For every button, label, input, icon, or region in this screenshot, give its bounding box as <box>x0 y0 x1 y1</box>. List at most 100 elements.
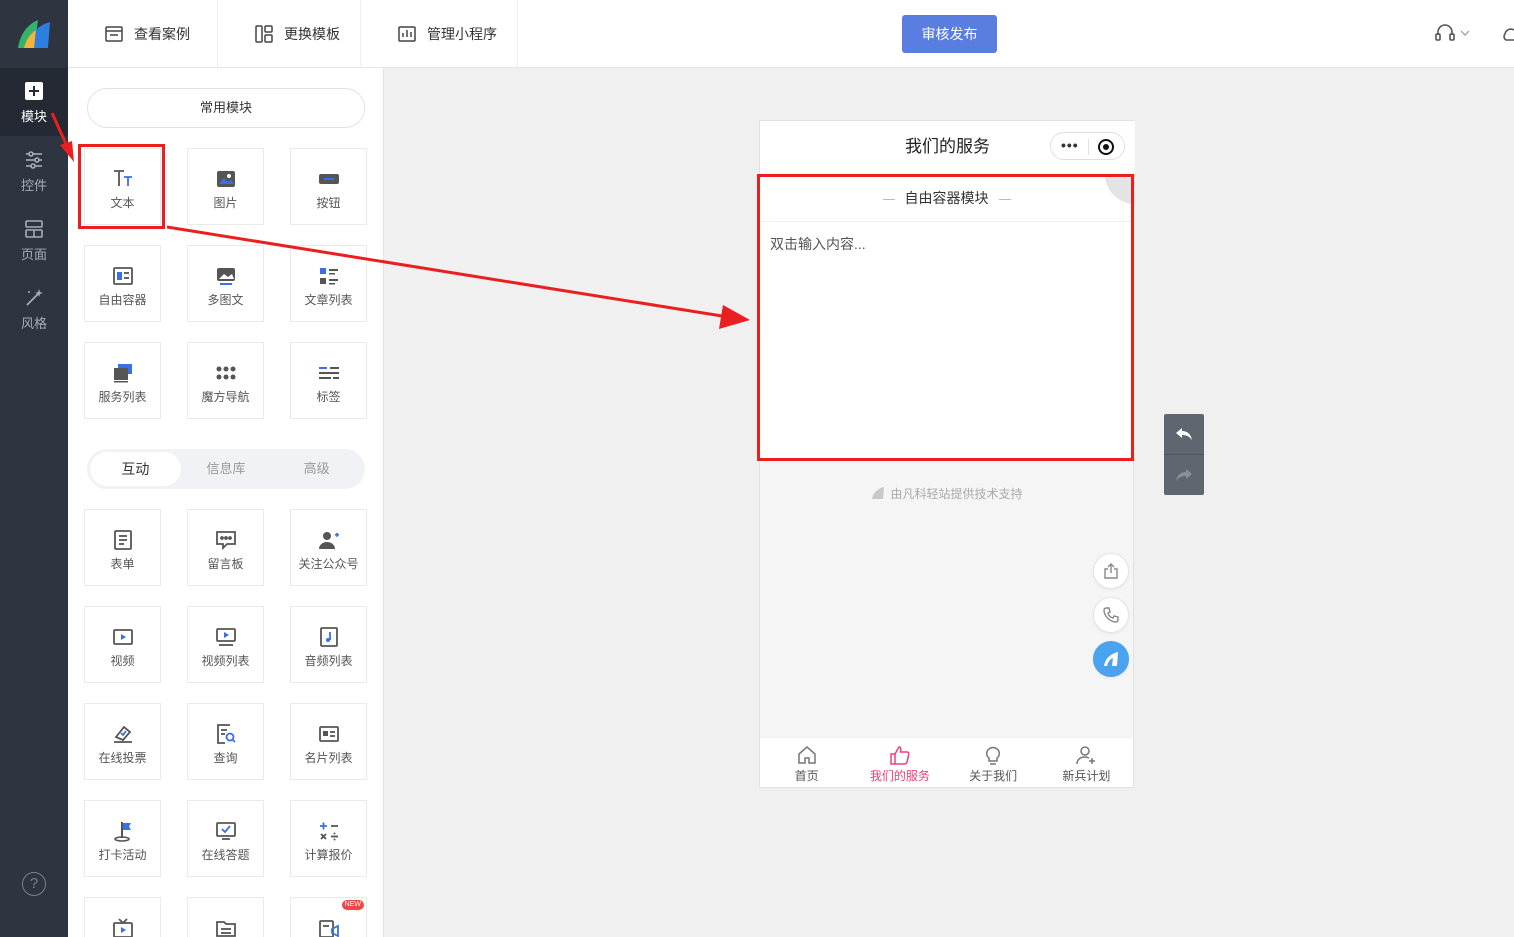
tab-interactive[interactable]: 互动 <box>90 452 181 486</box>
module-cube-nav[interactable]: 魔方导航 <box>187 342 264 419</box>
template-icon <box>255 25 273 43</box>
form-icon <box>113 530 132 550</box>
module-label: 在线答题 <box>201 848 250 862</box>
redo-button[interactable] <box>1164 455 1204 495</box>
module-label: 关注公众号 <box>298 557 359 571</box>
lightbulb-icon <box>986 746 1001 765</box>
view-cases-button[interactable]: 查看案例 <box>68 0 218 68</box>
module-label: 多图文 <box>207 293 244 307</box>
share-button[interactable] <box>1093 553 1129 589</box>
module-tags[interactable]: 标签 <box>290 342 367 419</box>
module-new-feature[interactable]: NEW <box>290 897 367 937</box>
module-card-list[interactable]: 名片列表 <box>290 703 367 780</box>
module-file-list[interactable] <box>187 897 264 937</box>
module-label: 自由容器 <box>98 293 147 307</box>
service-list-icon <box>113 364 132 383</box>
id-card-icon <box>318 726 339 742</box>
redo-icon <box>1176 469 1192 481</box>
module-live-tv[interactable] <box>84 897 161 937</box>
brand-logo-icon <box>1104 652 1118 666</box>
thumbs-up-icon <box>890 746 910 765</box>
phone-tab-bar: 首页 我们的服务 关于我们 新兵计划 <box>760 737 1133 787</box>
button-icon <box>318 174 339 184</box>
module-label: 图片 <box>213 196 238 210</box>
miniprogram-capsule[interactable]: ••• <box>1050 132 1125 160</box>
cloud-icon[interactable] <box>1502 22 1514 44</box>
rail-item-modules[interactable]: 模块 <box>0 68 68 136</box>
top-toolbar: 查看案例 更换模板 管理小程序 审核发布 <box>68 0 1514 68</box>
module-button[interactable]: 按钮 <box>290 148 367 225</box>
image-icon <box>216 171 235 187</box>
headset-icon[interactable] <box>1434 22 1456 44</box>
module-label: 计算报价 <box>304 848 353 862</box>
module-image[interactable]: 图片 <box>187 148 264 225</box>
phone-tab-about[interactable]: 关于我们 <box>947 738 1040 787</box>
module-label: 视频 <box>110 654 135 668</box>
phone-tab-label: 首页 <box>794 769 819 783</box>
magic-wand-icon <box>26 289 43 306</box>
rail-item-pages[interactable]: 页面 <box>0 206 68 274</box>
search-doc-icon <box>216 724 236 744</box>
module-form[interactable]: 表单 <box>84 509 161 586</box>
phone-tab-services[interactable]: 我们的服务 <box>853 738 946 787</box>
tab-info-library[interactable]: 信息库 <box>181 452 272 486</box>
module-audio-list[interactable]: 音频列表 <box>290 606 367 683</box>
module-label: 标签 <box>316 390 341 404</box>
change-template-button[interactable]: 更换模板 <box>218 0 361 68</box>
music-icon <box>319 627 338 647</box>
tags-icon <box>318 367 339 379</box>
phone-tab-home[interactable]: 首页 <box>760 738 853 787</box>
calculator-icon <box>319 822 338 841</box>
common-modules-header[interactable]: 常用模块 <box>87 88 365 128</box>
doc-video-icon <box>318 920 339 937</box>
module-video-list[interactable]: 视频列表 <box>187 606 264 683</box>
rail-item-label: 页面 <box>20 247 47 262</box>
manage-miniprogram-button[interactable]: 管理小程序 <box>361 0 518 68</box>
user-plus-icon <box>1076 746 1096 765</box>
undo-redo-bar <box>1164 414 1204 495</box>
module-article-list[interactable]: 文章列表 <box>290 245 367 322</box>
phone-tab-recruit[interactable]: 新兵计划 <box>1040 738 1133 787</box>
annotation-box-container <box>757 174 1134 461</box>
module-label: 服务列表 <box>98 390 147 404</box>
module-check-in[interactable]: 打卡活动 <box>84 800 161 877</box>
close-target-icon[interactable] <box>1098 139 1114 155</box>
module-service-list[interactable]: 服务列表 <box>84 342 161 419</box>
view-cases-label: 查看案例 <box>134 26 190 42</box>
tech-support-footer: 由凡科轻站提供技术支持 <box>760 485 1133 502</box>
left-rail: 模块 控件 页面 风格 ? <box>0 0 68 937</box>
module-video[interactable]: 视频 <box>84 606 161 683</box>
phone-call-button[interactable] <box>1093 597 1129 633</box>
quiz-icon <box>215 822 236 840</box>
brand-float-button[interactable] <box>1093 641 1129 677</box>
rail-item-style[interactable]: 风格 <box>0 275 68 343</box>
chart-icon <box>398 26 416 42</box>
module-free-container[interactable]: 自由容器 <box>84 245 161 322</box>
module-online-vote[interactable]: 在线投票 <box>84 703 161 780</box>
tab-advanced[interactable]: 高级 <box>271 452 362 486</box>
module-label: 视频列表 <box>201 654 250 668</box>
home-icon <box>797 746 816 764</box>
review-publish-button[interactable]: 审核发布 <box>902 15 997 53</box>
undo-button[interactable] <box>1164 414 1204 454</box>
module-query[interactable]: 查询 <box>187 703 264 780</box>
module-quote-calculator[interactable]: 计算报价 <box>290 800 367 877</box>
help-icon[interactable]: ? <box>22 872 46 896</box>
chevron-down-icon[interactable] <box>1460 29 1470 37</box>
rail-item-controls[interactable]: 控件 <box>0 137 68 205</box>
module-label: 音频列表 <box>304 654 353 668</box>
undo-icon <box>1176 428 1192 440</box>
case-icon <box>105 26 123 42</box>
module-follow-account[interactable]: 关注公众号 <box>290 509 367 586</box>
rail-item-label: 模块 <box>20 109 47 124</box>
vote-icon <box>113 725 132 743</box>
module-message-board[interactable]: 留言板 <box>187 509 264 586</box>
more-dots-icon[interactable]: ••• <box>1061 137 1079 153</box>
module-multi-image-text[interactable]: 多图文 <box>187 245 264 322</box>
module-label: 在线投票 <box>98 751 147 765</box>
phone-tab-label: 关于我们 <box>969 769 1018 783</box>
user-add-icon <box>318 532 339 549</box>
phone-tab-label: 新兵计划 <box>1062 769 1111 783</box>
module-online-quiz[interactable]: 在线答题 <box>187 800 264 877</box>
message-icon <box>215 531 236 551</box>
